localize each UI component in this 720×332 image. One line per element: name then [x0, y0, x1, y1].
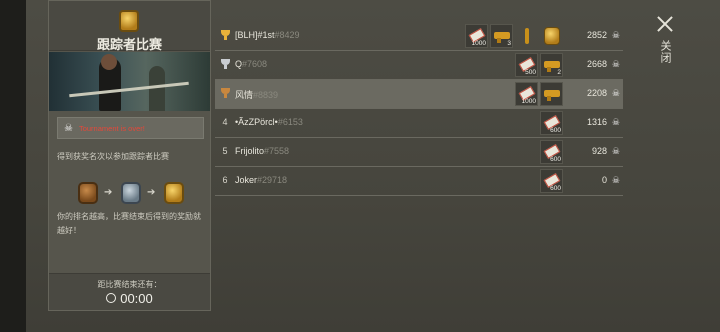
ticket-icon[interactable]: 600 — [540, 111, 563, 135]
player-score: 2668 — [586, 59, 607, 69]
reward-quantity: 2 — [557, 69, 561, 76]
skull-icon: ☠ — [611, 59, 620, 69]
reward-items: 500 2 — [515, 53, 563, 77]
skull-icon: ☠ — [64, 122, 73, 134]
reward-quantity: 1000 — [471, 40, 486, 47]
golden-gun-icon[interactable]: 3 — [490, 24, 513, 48]
reward-quantity: 500 — [525, 69, 536, 76]
player-name-text: Q — [235, 59, 243, 69]
tournament-panel: 跟踪者比赛 ☠ Tournament is over! 得到获奖名次以参加跟踪者… — [48, 0, 211, 311]
silver-trophy-icon — [221, 59, 230, 69]
golden-gun-icon[interactable]: 2 — [540, 53, 563, 77]
reward-items: 1000 3 — [465, 24, 563, 48]
bronze-medal-icon — [78, 182, 98, 204]
player-name: [BLH]#1st#8429 — [235, 30, 300, 40]
screen-edge — [0, 0, 26, 332]
reward-items: 1000 — [515, 82, 563, 106]
rank-number: 6 — [222, 175, 228, 185]
player-tag: #8839 — [253, 90, 279, 100]
player-name: Q#7608 — [235, 59, 267, 69]
ticket-icon[interactable]: 600 — [540, 169, 563, 193]
leaderboard-row[interactable]: [BLH]#1st#8429 1000 3 2852 ☠ — [215, 22, 623, 51]
player-name: •ÃzZPörcl•#6153 — [235, 117, 303, 127]
countdown-timer: 00:00 — [49, 291, 210, 306]
torch-icon[interactable] — [515, 24, 538, 48]
reward-quantity: 600 — [550, 127, 561, 134]
alert-text: Tournament is over! — [78, 123, 145, 133]
player-tag: #29718 — [257, 175, 288, 185]
ticket-icon[interactable]: 500 — [515, 53, 538, 77]
ticket-icon[interactable]: 1000 — [465, 24, 488, 48]
player-name: 风情#8839 — [235, 88, 278, 101]
skull-icon: ☠ — [611, 146, 620, 156]
player-tag: #6153 — [277, 117, 303, 127]
skull-icon: ☠ — [611, 30, 620, 40]
rank-number: 4 — [222, 117, 228, 127]
reward-quantity: 600 — [550, 185, 561, 192]
tournament-banner-image — [49, 52, 210, 111]
player-name-text: Frijolito — [235, 146, 265, 156]
clock-icon — [106, 293, 117, 303]
gold-trophy-icon — [221, 30, 230, 40]
reward-description: 你的排名越高，比赛结束后得到的奖励就越好！ — [57, 212, 201, 235]
gold-medal-icon — [119, 10, 139, 32]
player-name-text: Joker — [235, 175, 258, 185]
reward-items: 600 — [540, 140, 563, 164]
skull-icon: ☠ — [611, 88, 620, 98]
leaderboard-row[interactable]: 风情#8839 1000 2208 ☠ — [215, 80, 623, 109]
player-tag: #7608 — [242, 59, 268, 69]
leaderboard-row[interactable]: Q#7608 500 2 2668 ☠ — [215, 51, 623, 80]
player-score: 0 — [601, 175, 607, 185]
close-label[interactable]: 关闭 — [657, 40, 673, 64]
countdown-label: 距比赛结束还有： — [97, 280, 162, 289]
reward-quantity: 600 — [550, 156, 561, 163]
player-name-text: 风情 — [235, 90, 254, 100]
player-score: 2852 — [586, 30, 607, 40]
leaderboard-row[interactable]: 6 Joker#29718 600 0 ☠ — [215, 167, 623, 196]
tournament-over-alert: ☠ Tournament is over! — [57, 117, 204, 139]
player-name-text: •ÃzZPörcl• — [235, 117, 278, 127]
player-name: Frijolito#7558 — [235, 146, 289, 156]
golden-gun-icon[interactable] — [540, 82, 563, 106]
ticket-icon[interactable]: 1000 — [515, 82, 538, 106]
player-tag: #8429 — [274, 30, 300, 40]
arrow-right-icon: ➔ — [147, 187, 156, 198]
gold-medal-icon — [164, 182, 184, 204]
silver-medal-icon — [121, 182, 141, 204]
leaderboard: [BLH]#1st#8429 1000 3 2852 ☠ Q#7608 500 2 2668 ☠ 风… — [215, 22, 623, 196]
player-score: 928 — [591, 146, 607, 156]
rank-number: 5 — [222, 146, 228, 156]
participation-hint: 得到获奖名次以参加跟踪者比赛 — [57, 152, 169, 161]
countdown-value: 00:00 — [120, 291, 153, 306]
tournament-title: 跟踪者比赛 — [96, 37, 162, 52]
leaderboard-row[interactable]: 5 Frijolito#7558 600 928 ☠ — [215, 138, 623, 167]
player-tag: #7558 — [264, 146, 290, 156]
player-name-text: [BLH]#1st — [235, 30, 275, 40]
close-icon[interactable] — [655, 14, 675, 34]
player-score: 2208 — [586, 88, 607, 98]
ticket-icon[interactable]: 600 — [540, 140, 563, 164]
player-name: Joker#29718 — [235, 175, 287, 185]
bronze-trophy-icon — [221, 88, 230, 98]
countdown-footer: 距比赛结束还有： 00:00 — [49, 273, 210, 310]
player-score: 1316 — [586, 117, 607, 127]
arrow-right-icon: ➔ — [104, 187, 113, 198]
reward-tiers: ➔ ➔ — [78, 182, 188, 206]
reward-quantity: 3 — [507, 40, 511, 47]
skull-icon: ☠ — [611, 117, 620, 127]
gold-medal-icon[interactable] — [540, 24, 563, 48]
leaderboard-row[interactable]: 4 •ÃzZPörcl•#6153 600 1316 ☠ — [215, 109, 623, 138]
reward-quantity: 1000 — [521, 98, 536, 105]
reward-items: 600 — [540, 169, 563, 193]
skull-icon: ☠ — [611, 175, 620, 185]
reward-items: 600 — [540, 111, 563, 135]
